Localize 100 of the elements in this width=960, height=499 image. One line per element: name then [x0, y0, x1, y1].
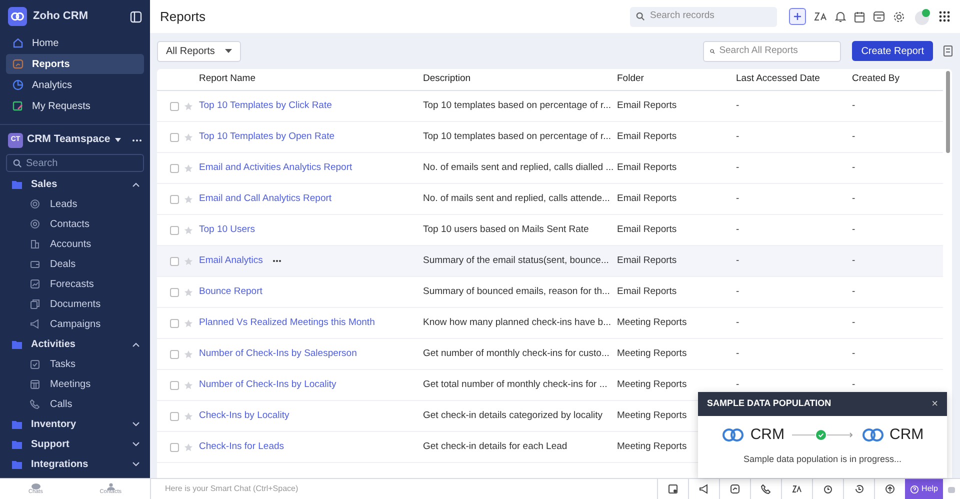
apps-grid-icon[interactable]	[939, 11, 950, 22]
star-icon[interactable]	[184, 442, 193, 452]
module-item[interactable]: Campaigns	[50, 316, 101, 332]
module-item[interactable]: Documents	[50, 296, 101, 312]
row-checkbox[interactable]	[170, 102, 179, 110]
nav-item[interactable]: Home	[6, 33, 144, 53]
chat-bubble-icon[interactable]	[30, 482, 41, 490]
help-doc-icon[interactable]	[943, 45, 953, 57]
column-header[interactable]: Report Name	[199, 72, 256, 87]
search-field[interactable]: Search	[6, 154, 144, 172]
row-checkbox[interactable]	[170, 318, 179, 328]
smart-chat-field[interactable]: Here is your Smart Chat (Ctrl+Space)	[165, 483, 657, 495]
report-link[interactable]: Top 10 Users	[199, 222, 255, 238]
nav-item[interactable]: Reports	[6, 54, 144, 74]
module-item[interactable]: Leads	[50, 196, 78, 212]
calendar-icon[interactable]	[854, 10, 865, 22]
report-filter-dropdown[interactable]: All Reports	[157, 40, 241, 62]
star-icon[interactable]	[184, 350, 193, 358]
column-header[interactable]: Created By	[852, 72, 900, 87]
help-button[interactable]: Help	[904, 479, 943, 499]
group-label[interactable]: Inventory	[31, 416, 123, 432]
star-icon[interactable]	[184, 380, 193, 390]
chevron-icon[interactable]	[132, 462, 140, 466]
report-link[interactable]: Email and Activities Analytics Report	[199, 160, 352, 176]
avatar-icon[interactable]	[913, 8, 931, 26]
report-link[interactable]: Check-Ins for Leads	[199, 440, 284, 454]
row-checkbox[interactable]	[170, 164, 179, 172]
nav-item[interactable]: My Requests	[6, 96, 144, 116]
column-header[interactable]: Last Accessed Date	[736, 72, 820, 87]
row-checkbox[interactable]	[170, 226, 179, 234]
translate-icon[interactable]	[814, 11, 827, 22]
module-item[interactable]: Accounts	[50, 236, 92, 252]
caret-icon[interactable]	[114, 137, 122, 143]
star-icon[interactable]	[184, 132, 193, 142]
more-icon[interactable]	[132, 138, 142, 142]
chevron-icon[interactable]	[132, 342, 140, 346]
module-item[interactable]: Calls	[50, 396, 72, 412]
module-item[interactable]: Meetings	[50, 376, 91, 392]
group-label[interactable]: Activities	[31, 336, 123, 352]
image-icon[interactable]	[668, 484, 678, 494]
star-icon[interactable]	[184, 256, 193, 266]
row-checkbox[interactable]	[170, 442, 179, 452]
row-checkbox[interactable]	[170, 380, 179, 390]
star-icon[interactable]	[184, 194, 193, 204]
star-icon[interactable]	[184, 102, 193, 110]
chevron-icon[interactable]	[132, 422, 140, 426]
search-reports-field[interactable]: Search All Reports	[703, 40, 842, 62]
sidebar-toggle-icon[interactable]	[130, 10, 142, 22]
search-input[interactable]: Search	[26, 156, 126, 170]
row-checkbox[interactable]	[170, 132, 179, 142]
row-checkbox[interactable]	[170, 350, 179, 358]
star-icon[interactable]	[184, 164, 193, 172]
add-button[interactable]	[789, 8, 806, 25]
row-checkbox[interactable]	[170, 194, 179, 204]
module-item[interactable]: Contacts	[50, 216, 90, 232]
row-checkbox[interactable]	[170, 412, 179, 420]
star-icon[interactable]	[184, 412, 193, 420]
report-link[interactable]: Planned Vs Realized Meetings this Month	[199, 316, 375, 330]
report-link[interactable]: Number of Check-Ins by Locality	[199, 378, 336, 392]
upload-icon[interactable]	[884, 484, 895, 494]
column-header[interactable]: Folder	[617, 72, 644, 87]
nav-item[interactable]: Analytics	[6, 75, 144, 95]
group-label[interactable]: Sales	[31, 176, 123, 192]
column-header[interactable]: Description	[423, 72, 471, 87]
scrollbar-thumb[interactable]	[946, 71, 950, 153]
row-checkbox[interactable]	[170, 288, 179, 296]
search-records-field[interactable]: Search records	[630, 6, 777, 26]
module-item[interactable]: Forecasts	[50, 276, 94, 292]
module-item[interactable]: Tasks	[50, 356, 76, 372]
smart-chat-bar[interactable]: Here is your Smart Chat (Ctrl+Space)	[150, 479, 657, 499]
star-icon[interactable]	[184, 288, 193, 296]
translate-icon[interactable]	[792, 484, 802, 494]
chevron-icon[interactable]	[132, 442, 140, 446]
report-link[interactable]: Email Analytics	[199, 254, 263, 268]
module-item[interactable]: Deals	[50, 256, 76, 272]
chevron-icon[interactable]	[132, 182, 140, 186]
bell-icon[interactable]	[835, 10, 846, 22]
report-link[interactable]: Number of Check-Ins by Salesperson	[199, 346, 357, 362]
person-icon[interactable]	[106, 482, 115, 490]
search-input[interactable]: Search All Reports	[719, 44, 834, 58]
star-icon[interactable]	[184, 226, 193, 234]
search-input[interactable]: Search records	[650, 9, 770, 24]
star-icon[interactable]	[184, 318, 193, 328]
close-button[interactable]: ×	[932, 396, 938, 412]
report-link[interactable]: Top 10 Templates by Open Rate	[199, 130, 335, 144]
row-checkbox[interactable]	[170, 256, 179, 266]
megaphone-icon[interactable]	[698, 484, 709, 494]
alarm-clock-icon[interactable]	[822, 484, 833, 494]
report-link[interactable]: Email and Call Analytics Report	[199, 192, 332, 206]
checkbox-icon	[30, 359, 40, 369]
phone-icon[interactable]	[760, 484, 771, 494]
report-link[interactable]: Bounce Report	[199, 284, 262, 300]
history-icon[interactable]	[854, 484, 864, 494]
teamspace-name[interactable]: CRM Teamspace	[27, 132, 110, 148]
report-link[interactable]: Check-Ins by Locality	[199, 408, 290, 424]
report-link[interactable]: Top 10 Templates by Click Rate	[199, 98, 332, 114]
group-label[interactable]: Support	[31, 436, 123, 452]
settings-icon[interactable]	[893, 10, 905, 22]
group-label[interactable]: Integrations	[31, 456, 123, 472]
create-report-button[interactable]: Create Report	[852, 41, 933, 61]
